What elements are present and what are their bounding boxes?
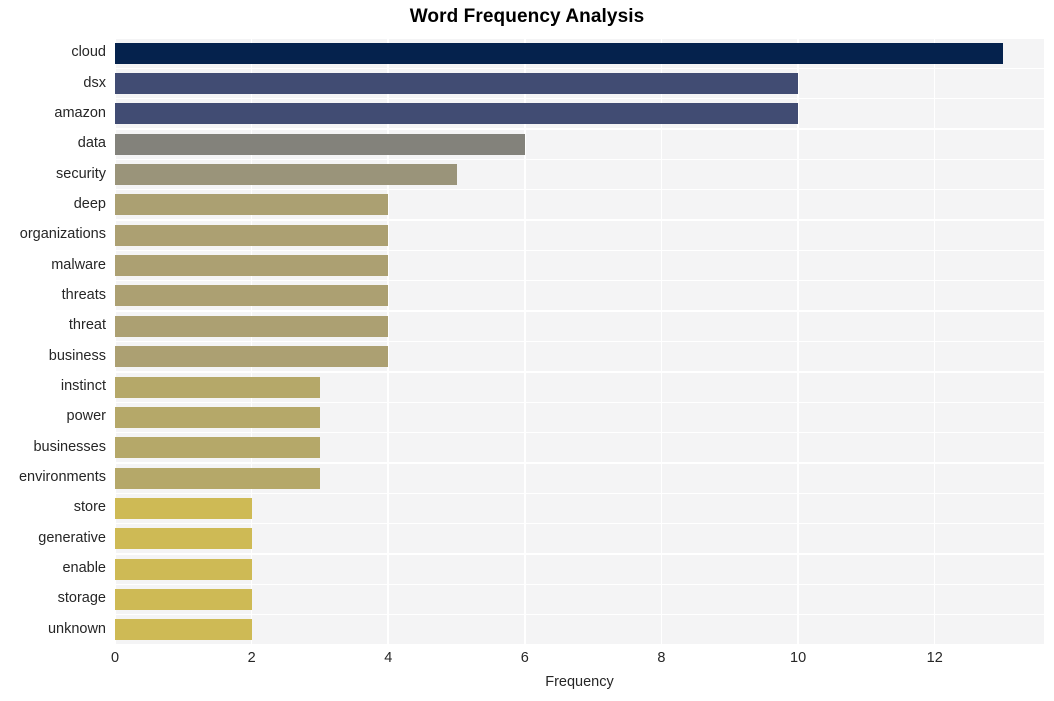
gridline-horizontal xyxy=(115,401,1044,403)
gridline-horizontal xyxy=(115,553,1044,555)
gridline-horizontal xyxy=(115,98,1044,100)
y-tick-label-security: security xyxy=(56,165,106,182)
bar-storage xyxy=(115,588,252,610)
y-tick-label-data: data xyxy=(77,135,106,152)
y-tick-label-store: store xyxy=(73,499,106,516)
bar-security xyxy=(115,164,457,186)
bar-instinct xyxy=(115,376,320,398)
chart-figure: Word Frequency Analysis cloud dsx amazon da… xyxy=(0,0,1054,701)
x-tick-label-12: 12 xyxy=(926,650,943,666)
bar-dsx xyxy=(115,73,799,95)
gridline-horizontal xyxy=(115,613,1044,616)
x-tick-label-6: 6 xyxy=(520,650,529,666)
gridline-horizontal xyxy=(115,371,1044,373)
y-tick-label-power: power xyxy=(66,408,107,425)
chart-title: Word Frequency Analysis xyxy=(409,6,645,27)
bar-power xyxy=(115,406,320,428)
y-tick-label-organizations: organizations xyxy=(19,226,106,243)
gridline-horizontal xyxy=(115,644,1044,646)
bar-environments xyxy=(115,467,320,489)
bar-deep xyxy=(115,194,389,216)
bar-threat xyxy=(115,315,389,337)
y-tick-label-enable: enable xyxy=(62,560,106,577)
gridline-horizontal xyxy=(115,492,1044,494)
gridline-horizontal xyxy=(115,462,1044,464)
gridline-horizontal xyxy=(115,522,1044,525)
y-tick-label-malware: malware xyxy=(51,256,106,273)
gridline-horizontal xyxy=(115,249,1044,252)
bar-generative xyxy=(115,528,252,550)
bar-enable xyxy=(115,558,252,580)
gridline-horizontal xyxy=(115,128,1044,130)
bar-amazon xyxy=(115,103,799,125)
x-tick-label-0: 0 xyxy=(110,650,120,666)
bar-data xyxy=(115,133,525,155)
y-tick-label-threat: threat xyxy=(68,317,106,334)
gridline-horizontal xyxy=(115,189,1044,191)
y-tick-label-dsx: dsx xyxy=(83,74,106,91)
bar-organizations xyxy=(115,224,389,246)
gridline-horizontal xyxy=(115,67,1044,70)
y-tick-label-generative: generative xyxy=(38,529,106,546)
gridline-horizontal xyxy=(115,431,1044,434)
gridline-horizontal xyxy=(115,340,1044,343)
y-tick-label-unknown: unknown xyxy=(47,620,106,637)
gridline-horizontal xyxy=(115,280,1044,282)
y-tick-label-business: business xyxy=(48,347,106,364)
x-axis-title: Frequency xyxy=(545,674,614,690)
y-tick-label-deep: deep xyxy=(73,195,106,212)
x-tick-label-8: 8 xyxy=(657,650,666,666)
y-tick-label-amazon: amazon xyxy=(54,104,106,121)
y-tick-label-businesses: businesses xyxy=(33,438,106,455)
gridline-horizontal xyxy=(115,37,1044,39)
y-tick-label-environments: environments xyxy=(18,469,106,486)
x-tick-label-10: 10 xyxy=(790,650,807,666)
gridline-horizontal xyxy=(115,219,1044,221)
bar-threats xyxy=(115,285,389,307)
bar-business xyxy=(115,346,389,368)
bar-malware xyxy=(115,255,389,277)
y-tick-label-threats: threats xyxy=(61,286,106,303)
bar-store xyxy=(115,497,252,519)
bar-unknown xyxy=(115,619,252,641)
plot-area xyxy=(114,37,1044,646)
gridline-horizontal xyxy=(115,583,1044,585)
x-tick-label-2: 2 xyxy=(247,650,256,666)
gridline-horizontal xyxy=(115,310,1044,312)
y-tick-label-storage: storage xyxy=(57,590,106,607)
x-tick-label-4: 4 xyxy=(384,650,393,666)
bar-businesses xyxy=(115,437,320,459)
y-tick-label-instinct: instinct xyxy=(60,378,106,395)
bar-cloud xyxy=(115,42,1003,64)
gridline-horizontal xyxy=(115,158,1044,161)
y-tick-label-cloud: cloud xyxy=(71,44,106,61)
